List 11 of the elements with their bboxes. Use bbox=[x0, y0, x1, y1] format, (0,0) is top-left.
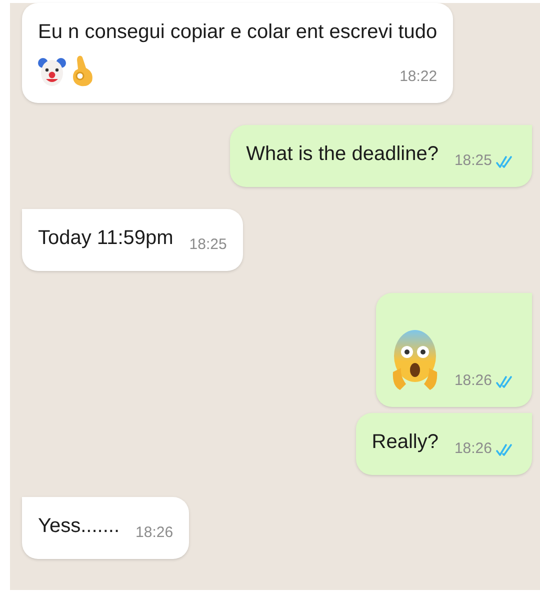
message-text: Today 11:59pm bbox=[38, 226, 174, 251]
message-text: Eu n consegui copiar e colar ent escrevi tudo bbox=[38, 20, 438, 45]
message-time: 18:22 bbox=[400, 66, 438, 86]
message-time: 18:26 bbox=[454, 438, 492, 458]
message-text: Really? bbox=[372, 430, 438, 455]
message-text: Yess....... bbox=[38, 514, 120, 539]
message-time: 18:26 bbox=[136, 522, 174, 542]
message-time: 18:26 bbox=[454, 370, 492, 390]
message-time: 18:25 bbox=[454, 150, 492, 170]
message-text: What is the deadline? bbox=[246, 142, 438, 167]
message-time: 18:25 bbox=[189, 234, 227, 254]
